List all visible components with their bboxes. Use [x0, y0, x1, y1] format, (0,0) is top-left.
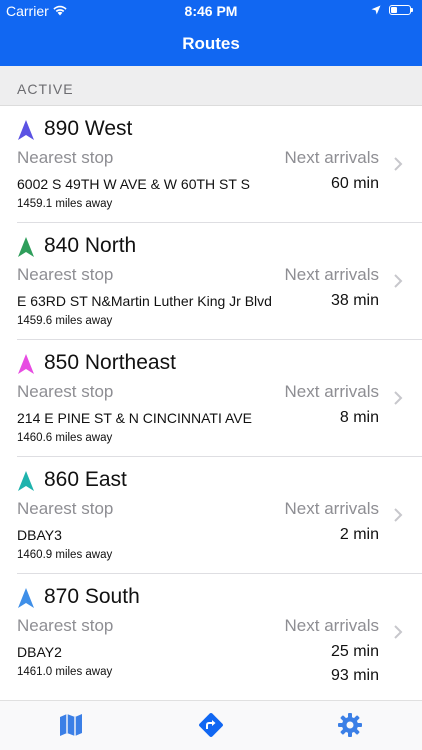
route-arrow-icon [18, 354, 34, 374]
status-bar: Carrier 8:46 PM [0, 0, 422, 22]
nearest-stop-label: Nearest stop [17, 265, 114, 284]
nearest-stop-label: Nearest stop [17, 382, 114, 401]
stop-distance: 1461.0 miles away [17, 666, 113, 678]
next-arrivals-label: Next arrivals [284, 616, 379, 635]
stop-distance: 1460.9 miles away [17, 549, 113, 561]
arrival-times: 25 min 93 min [331, 642, 379, 690]
location-arrow-icon [371, 5, 381, 15]
next-arrivals-label: Next arrivals [284, 265, 379, 284]
arrival-time: 38 min [330, 292, 379, 309]
stop-name: 214 E PINE ST & N CINCINNATI AVE [17, 410, 252, 426]
route-arrow-icon [18, 237, 34, 257]
map-icon[interactable] [57, 711, 85, 739]
stop-name: 6002 S 49TH W AVE & W 60TH ST S [17, 176, 250, 192]
chevron-right-icon [394, 625, 403, 639]
route-row[interactable]: 870 South Nearest stop Next arrivals DBA… [0, 574, 422, 691]
stop-name: E 63RD ST N&Martin Luther King Jr Blvd [17, 293, 272, 309]
stop-distance: 1459.6 miles away [17, 315, 113, 327]
stop-distance: 1459.1 miles away [17, 198, 113, 210]
route-name: 890 West [44, 117, 133, 140]
navigation-bar: Carrier 8:46 PM Routes [0, 0, 422, 66]
section-header-label: ACTIVE [17, 81, 74, 97]
tab-bar [0, 700, 422, 750]
arrival-times: 60 min [331, 174, 379, 198]
clock: 8:46 PM [184, 3, 238, 19]
route-arrow-icon [18, 588, 34, 608]
arrival-time: 25 min [330, 643, 379, 660]
route-row[interactable]: 860 East Nearest stop Next arrivals DBAY… [0, 457, 422, 574]
stop-name: DBAY3 [17, 527, 62, 543]
stop-name: DBAY2 [17, 644, 62, 660]
route-name: 840 North [44, 234, 137, 257]
route-arrow-icon [18, 120, 34, 140]
nearest-stop-label: Nearest stop [17, 616, 114, 635]
routes-icon[interactable] [197, 711, 225, 739]
page-title: Routes [182, 34, 240, 53]
arrival-times: 38 min [331, 291, 379, 315]
route-name: 870 South [44, 585, 140, 608]
route-row[interactable]: 890 West Nearest stop Next arrivals 6002… [0, 106, 422, 223]
chevron-right-icon [394, 391, 403, 405]
route-row[interactable]: 840 North Nearest stop Next arrivals E 6… [0, 223, 422, 340]
route-row[interactable]: 850 Northeast Nearest stop Next arrivals… [0, 340, 422, 457]
arrival-times: 8 min [340, 408, 379, 432]
route-name: 850 Northeast [44, 351, 176, 374]
stop-distance: 1460.6 miles away [17, 432, 113, 444]
next-arrivals-label: Next arrivals [284, 499, 379, 518]
section-header-active: ACTIVE [0, 66, 422, 106]
nearest-stop-label: Nearest stop [17, 148, 114, 167]
next-arrivals-label: Next arrivals [284, 382, 379, 401]
arrival-time: 2 min [339, 526, 379, 543]
next-arrivals-label: Next arrivals [284, 148, 379, 167]
gear-icon[interactable] [336, 711, 364, 739]
arrival-time: 8 min [339, 409, 379, 426]
route-arrow-icon [18, 471, 34, 491]
nearest-stop-label: Nearest stop [17, 499, 114, 518]
chevron-right-icon [394, 274, 403, 288]
arrival-times: 2 min [340, 525, 379, 549]
arrival-time: 93 min [330, 667, 379, 684]
routes-list: 890 West Nearest stop Next arrivals 6002… [0, 106, 422, 691]
arrival-time: 60 min [330, 175, 379, 192]
chevron-right-icon [394, 157, 403, 171]
battery-icon [389, 5, 413, 15]
chevron-right-icon [394, 508, 403, 522]
route-name: 860 East [44, 468, 127, 491]
